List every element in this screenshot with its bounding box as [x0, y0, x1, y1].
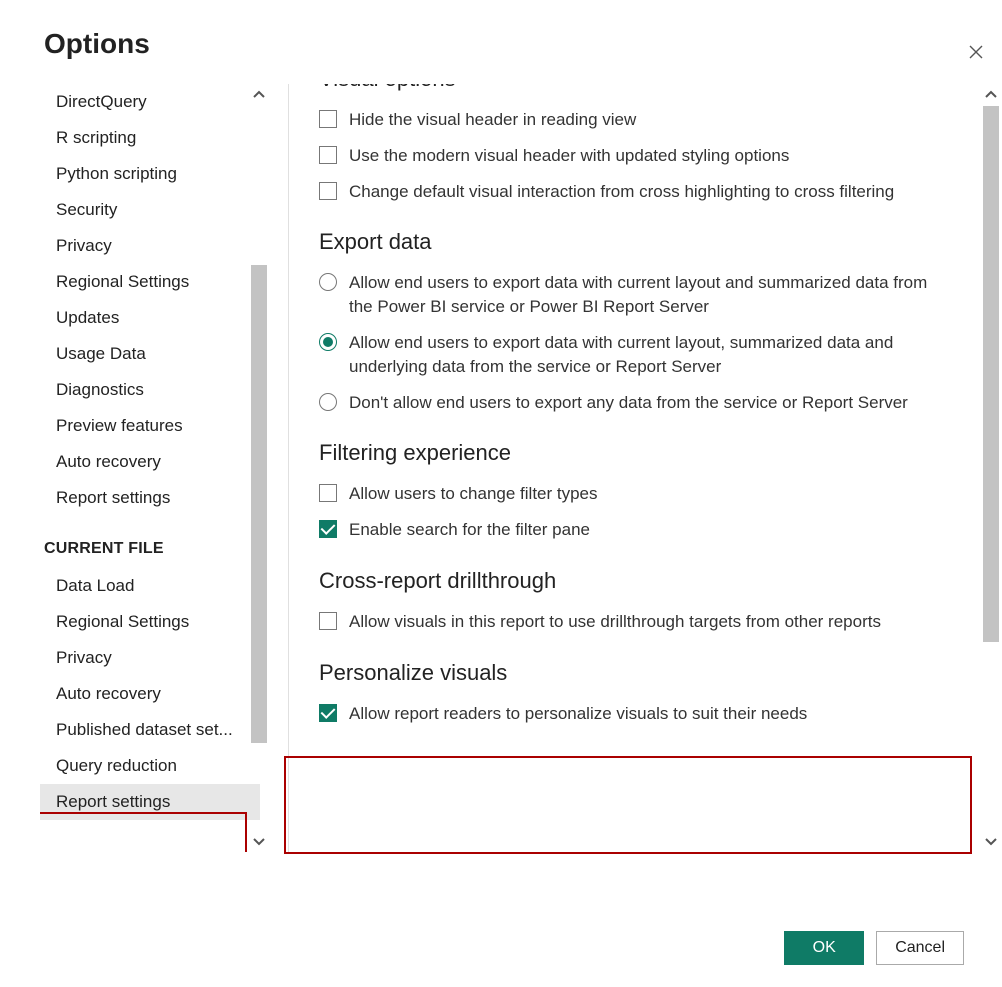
sidebar-item-label: Regional Settings	[56, 612, 189, 631]
sidebar-item-privacy[interactable]: Privacy	[40, 640, 260, 676]
sidebar-item-directquery[interactable]: DirectQuery	[40, 84, 260, 120]
option-row: Allow end users to export data with curr…	[319, 325, 948, 385]
sidebar-item-label: R scripting	[56, 128, 136, 147]
option-label: Enable search for the filter pane	[349, 518, 948, 542]
option-row: Allow visuals in this report to use dril…	[319, 604, 948, 640]
option-row: Don't allow end users to export any data…	[319, 385, 948, 421]
option-label: Allow end users to export data with curr…	[349, 271, 948, 319]
scroll-down-icon[interactable]	[248, 830, 270, 852]
scrollbar-track[interactable]	[980, 106, 1002, 830]
sidebar-item-label: Python scripting	[56, 164, 177, 183]
sidebar-item-label: Report settings	[56, 488, 170, 507]
dialog-footer: OK Cancel	[784, 931, 964, 965]
sidebar-item-label: Updates	[56, 308, 119, 327]
sidebar-item-label: Report settings	[56, 792, 170, 811]
sidebar-item-label: Auto recovery	[56, 684, 161, 703]
sidebar-item-preview-features[interactable]: Preview features	[40, 408, 260, 444]
group-title-export-data: Export data	[319, 229, 948, 255]
scroll-up-icon[interactable]	[980, 84, 1002, 106]
sidebar-item-label: Diagnostics	[56, 380, 144, 399]
checkbox[interactable]	[319, 484, 337, 502]
sidebar-item-python-scripting[interactable]: Python scripting	[40, 156, 260, 192]
group-title-filtering-experience: Filtering experience	[319, 440, 948, 466]
sidebar: DirectQuery R scripting Python scripting Se…	[40, 84, 270, 852]
dialog-title: Options	[44, 28, 1002, 60]
ok-button[interactable]: OK	[784, 931, 864, 965]
group-title-cross-report-drillthrough: Cross-report drillthrough	[319, 568, 948, 594]
radio[interactable]	[319, 393, 337, 411]
close-icon[interactable]	[968, 44, 984, 65]
sidebar-item-diagnostics[interactable]: Diagnostics	[40, 372, 260, 408]
option-label: Don't allow end users to export any data…	[349, 391, 948, 415]
checkbox[interactable]	[319, 612, 337, 630]
group-title-personalize-visuals: Personalize visuals	[319, 660, 948, 686]
scroll-down-icon[interactable]	[980, 830, 1002, 852]
checkbox[interactable]	[319, 704, 337, 722]
scrollbar-thumb[interactable]	[983, 106, 999, 642]
group-title-visual-options: Visual options	[319, 84, 948, 92]
option-label: Use the modern visual header with update…	[349, 144, 948, 168]
sidebar-item-label: Auto recovery	[56, 452, 161, 471]
sidebar-item-label: Usage Data	[56, 344, 146, 363]
option-label: Change default visual interaction from c…	[349, 180, 948, 204]
sidebar-item-label: Privacy	[56, 236, 112, 255]
sidebar-item-label: Regional Settings	[56, 272, 189, 291]
option-label: Allow visuals in this report to use dril…	[349, 610, 948, 634]
scrollbar-thumb[interactable]	[251, 265, 267, 743]
sidebar-item-label: Published dataset set...	[56, 720, 233, 739]
option-row: Enable search for the filter pane	[319, 512, 948, 548]
option-label: Allow users to change filter types	[349, 482, 948, 506]
checkbox[interactable]	[319, 182, 337, 200]
sidebar-item-data-load[interactable]: Data Load	[40, 568, 260, 604]
radio[interactable]	[319, 273, 337, 291]
sidebar-item-r-scripting[interactable]: R scripting	[40, 120, 260, 156]
checkbox[interactable]	[319, 110, 337, 128]
sidebar-item-privacy[interactable]: Privacy	[40, 228, 260, 264]
sidebar-item-regional-settings[interactable]: Regional Settings	[40, 604, 260, 640]
option-label: Hide the visual header in reading view	[349, 108, 948, 132]
sidebar-item-label: Query reduction	[56, 756, 177, 775]
option-row: Allow users to change filter types	[319, 476, 948, 512]
option-row: Change default visual interaction from c…	[319, 174, 948, 210]
checkbox[interactable]	[319, 146, 337, 164]
sidebar-item-label: Security	[56, 200, 117, 219]
sidebar-item-usage-data[interactable]: Usage Data	[40, 336, 260, 372]
sidebar-section-header: CURRENT FILE	[40, 516, 260, 568]
sidebar-item-label: Preview features	[56, 416, 183, 435]
scroll-up-icon[interactable]	[248, 84, 270, 106]
content-panel: Visual options Hide the visual header in …	[288, 84, 1002, 852]
sidebar-item-auto-recovery[interactable]: Auto recovery	[40, 676, 260, 712]
sidebar-item-published-dataset-set[interactable]: Published dataset set...	[40, 712, 260, 748]
option-row: Use the modern visual header with update…	[319, 138, 948, 174]
content-scrollbar[interactable]	[980, 84, 1002, 852]
option-row: Hide the visual header in reading view	[319, 102, 948, 138]
option-row: Allow report readers to personalize visu…	[319, 696, 948, 732]
checkbox[interactable]	[319, 520, 337, 538]
cancel-button[interactable]: Cancel	[876, 931, 964, 965]
sidebar-item-label: Data Load	[56, 576, 134, 595]
sidebar-item-security[interactable]: Security	[40, 192, 260, 228]
sidebar-item-updates[interactable]: Updates	[40, 300, 260, 336]
sidebar-item-regional-settings[interactable]: Regional Settings	[40, 264, 260, 300]
option-label: Allow end users to export data with curr…	[349, 331, 948, 379]
sidebar-item-label: DirectQuery	[56, 92, 147, 111]
scrollbar-track[interactable]	[248, 106, 270, 830]
sidebar-scrollbar[interactable]	[248, 84, 270, 852]
option-row: Allow end users to export data with curr…	[319, 265, 948, 325]
option-label: Allow report readers to personalize visu…	[349, 702, 948, 726]
radio[interactable]	[319, 333, 337, 351]
sidebar-item-auto-recovery[interactable]: Auto recovery	[40, 444, 260, 480]
sidebar-item-report-settings[interactable]: Report settings	[40, 784, 260, 820]
sidebar-item-label: Privacy	[56, 648, 112, 667]
sidebar-item-query-reduction[interactable]: Query reduction	[40, 748, 260, 784]
sidebar-item-report-settings[interactable]: Report settings	[40, 480, 260, 516]
